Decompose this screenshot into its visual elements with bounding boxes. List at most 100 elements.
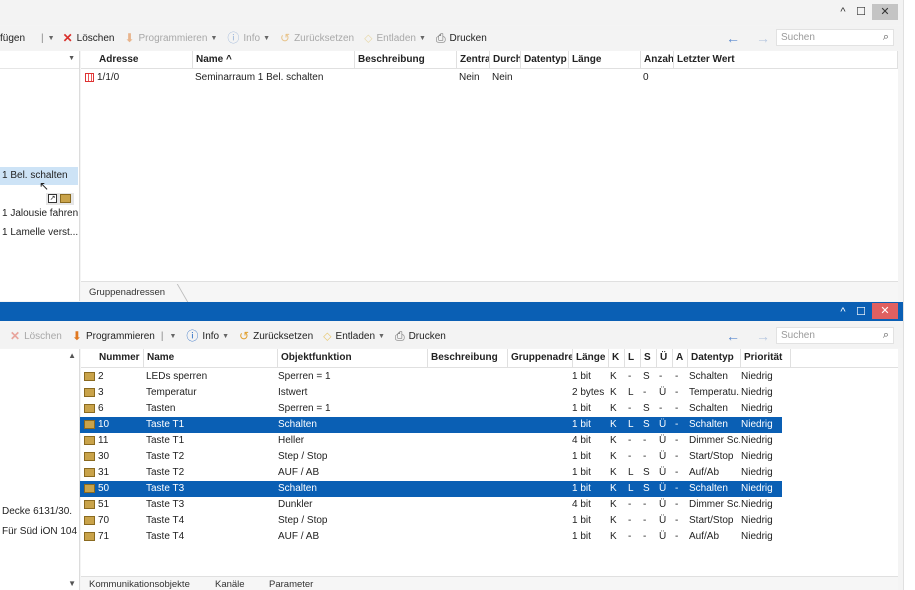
- info-label: Info: [243, 32, 261, 44]
- col-laenge[interactable]: Länge: [569, 51, 641, 69]
- cell-len: 1 bit: [572, 467, 591, 478]
- back-arrow-icon[interactable]: ←: [726, 30, 740, 46]
- table-row[interactable]: 70 Taste T4 Step / Stop 1 bit K - - Ü - Start/Sto…: [80, 513, 782, 529]
- insert-button[interactable]: fügen: [0, 33, 25, 44]
- col-a[interactable]: A: [673, 349, 688, 367]
- col-prioritaet[interactable]: Priorität: [741, 349, 791, 367]
- back-arrow-icon[interactable]: ←: [726, 328, 740, 344]
- cell-k: K: [610, 451, 617, 462]
- col-ue[interactable]: Ü: [657, 349, 673, 367]
- bottom-program-button[interactable]: ⬇ Programmieren | ▼: [72, 330, 177, 342]
- col-durch[interactable]: Durch: [490, 51, 521, 69]
- cell-prio: Niedrig: [741, 419, 773, 430]
- table-row[interactable]: 31 Taste T2 AUF / AB 1 bit K L S Ü - Auf/Ab Niedri…: [80, 465, 782, 481]
- tab-kanaele[interactable]: Kanäle: [215, 578, 245, 590]
- cell-fn: Step / Stop: [278, 451, 328, 462]
- table-row[interactable]: 71 Taste T4 AUF / AB 1 bit K - - Ü - Auf/Ab Niedri…: [80, 529, 782, 545]
- cell-a: -: [675, 435, 679, 446]
- scroll-up-icon[interactable]: ▲: [68, 351, 76, 360]
- col-zentral[interactable]: Zentra: [457, 51, 490, 69]
- table-row[interactable]: 2 LEDs sperren Sperren = 11 bit K - S - - Schalt…: [80, 369, 782, 385]
- cell-a: -: [675, 515, 679, 526]
- col-objektfunktion[interactable]: Objektfunktion: [278, 349, 428, 367]
- reset-button[interactable]: ↺ Zurücksetzen: [280, 32, 354, 44]
- forward-arrow-icon[interactable]: →: [756, 30, 770, 46]
- top-close-button[interactable]: ✕: [872, 4, 898, 20]
- col-beschreibung[interactable]: Beschreibung: [428, 349, 508, 367]
- scroll-down-icon[interactable]: ▼: [68, 579, 76, 588]
- table-row[interactable]: 50 Taste T3 Schalten 1 bit K L S Ü - Schalten Nied…: [80, 481, 782, 497]
- bottom-print-button[interactable]: ⎙ Drucken: [395, 330, 446, 342]
- bottom-tab-strip: Kommunikationsobjekte Kanäle Parameter: [81, 576, 898, 590]
- cell-name: Tasten: [146, 403, 176, 414]
- cell-fn: Step / Stop: [278, 515, 328, 526]
- com-object-icon: [84, 419, 95, 429]
- info-button[interactable]: ⓘ Info ▼: [227, 32, 270, 44]
- search-icon[interactable]: ⌕: [883, 31, 889, 44]
- tree-item-lamelle[interactable]: 1 Lamelle verst...: [0, 224, 78, 242]
- chevron-down-icon[interactable]: ▼: [378, 333, 385, 340]
- top-maximize-button[interactable]: ☐: [850, 4, 872, 20]
- bottom-info-button[interactable]: ⓘ Info ▼: [186, 330, 229, 342]
- col-letzter-wert[interactable]: Letzter Wert: [674, 51, 898, 69]
- col-datentyp[interactable]: Datentyp: [521, 51, 569, 69]
- chevron-down-icon[interactable]: ▼: [68, 55, 75, 62]
- tree-item-jalousie[interactable]: 1 Jalousie fahren: [0, 205, 78, 223]
- tree-item-sued[interactable]: Für Süd iON 104: [0, 523, 78, 541]
- bottom-delete-button[interactable]: ✕ Löschen: [10, 330, 62, 342]
- col-datentyp[interactable]: Datentyp: [688, 349, 741, 367]
- table-row[interactable]: 30 Taste T2 Step / Stop 1 bit K - - Ü - Start/Sto…: [80, 449, 782, 465]
- col-name[interactable]: Name ^: [193, 51, 355, 69]
- cell-nr: 71: [82, 529, 142, 545]
- bottom-close-button[interactable]: ✕: [872, 303, 898, 319]
- table-row[interactable]: 11Taste T1Heller4 bitK--Ü-Dimmer Sc...Ni…: [80, 433, 782, 449]
- col-beschreibung[interactable]: Beschreibung: [355, 51, 457, 69]
- search-icon[interactable]: ⌕: [883, 329, 889, 342]
- col-anzahl[interactable]: Anzah: [641, 51, 674, 69]
- bottom-reset-button[interactable]: ↺ Zurücksetzen: [239, 330, 313, 342]
- col-gruppenadresse[interactable]: Gruppenadres: [508, 349, 573, 367]
- delete-button[interactable]: ✕ Löschen: [63, 32, 115, 44]
- tab-gruppenadressen[interactable]: Gruppenadressen: [89, 286, 165, 300]
- print-label: Drucken: [408, 330, 446, 342]
- cell-nr-text: 11: [98, 435, 109, 446]
- cell-k: K: [610, 419, 617, 430]
- col-s[interactable]: S: [641, 349, 657, 367]
- print-button[interactable]: ⎙ Drucken: [436, 32, 487, 44]
- table-row[interactable]: 10 Taste T1 Schalten 1 bit K L S Ü - Schalten Nied…: [80, 417, 782, 433]
- table-row[interactable]: 1/1/0 Seminarraum 1 Bel. schalten Nein N…: [81, 70, 898, 86]
- col-k[interactable]: K: [609, 349, 625, 367]
- delete-label: Löschen: [76, 32, 115, 44]
- cell-fn: Schalten: [278, 419, 317, 430]
- bottom-maximize-button[interactable]: ☐: [850, 304, 872, 320]
- tree-item-decke[interactable]: Decke 6131/30.: [0, 503, 78, 521]
- chevron-down-icon[interactable]: ▼: [48, 35, 55, 42]
- reset-icon: ↺: [239, 329, 250, 343]
- col-nummer[interactable]: Nummer: [81, 349, 144, 367]
- cell-a: -: [675, 371, 679, 382]
- col-laenge[interactable]: Länge: [573, 349, 609, 367]
- col-l[interactable]: L: [625, 349, 641, 367]
- table-row[interactable]: 3 Temperatur Istwert 2 bytes K L - Ü - Temperatu.…: [80, 385, 782, 401]
- cell-a: -: [675, 387, 679, 398]
- forward-arrow-icon[interactable]: →: [756, 328, 770, 344]
- table-row[interactable]: 51Taste T3Dunkler4 bitK--Ü-Dimmer Sc...N…: [80, 497, 782, 513]
- table-row[interactable]: 6 Tasten Sperren = 11 bit K - S - - Schalten Nied…: [80, 401, 782, 417]
- program-button[interactable]: ⬇ Programmieren ▼: [124, 32, 217, 44]
- chevron-down-icon[interactable]: ▼: [169, 333, 176, 340]
- col-adresse[interactable]: Adresse: [81, 51, 193, 69]
- chevron-down-icon[interactable]: ▼: [263, 35, 270, 42]
- chevron-down-icon[interactable]: ▼: [210, 35, 217, 42]
- top-search-input[interactable]: Suchen ⌕: [776, 29, 894, 46]
- bottom-search-input[interactable]: Suchen ⌕: [776, 327, 894, 344]
- delete-label: Löschen: [24, 330, 62, 342]
- cell-nr-text: 30: [98, 451, 110, 462]
- chevron-down-icon[interactable]: ▼: [222, 333, 229, 340]
- tab-parameter[interactable]: Parameter: [269, 578, 313, 590]
- chevron-down-icon[interactable]: ▼: [419, 35, 426, 42]
- unload-button[interactable]: ⬦ Entladen ▼: [364, 32, 426, 44]
- col-name[interactable]: Name: [144, 349, 278, 367]
- bottom-unload-button[interactable]: ⬦ Entladen ▼: [323, 330, 385, 342]
- tab-kommunikationsobjekte[interactable]: Kommunikationsobjekte: [89, 578, 190, 590]
- cell-len: 1 bit: [572, 419, 591, 430]
